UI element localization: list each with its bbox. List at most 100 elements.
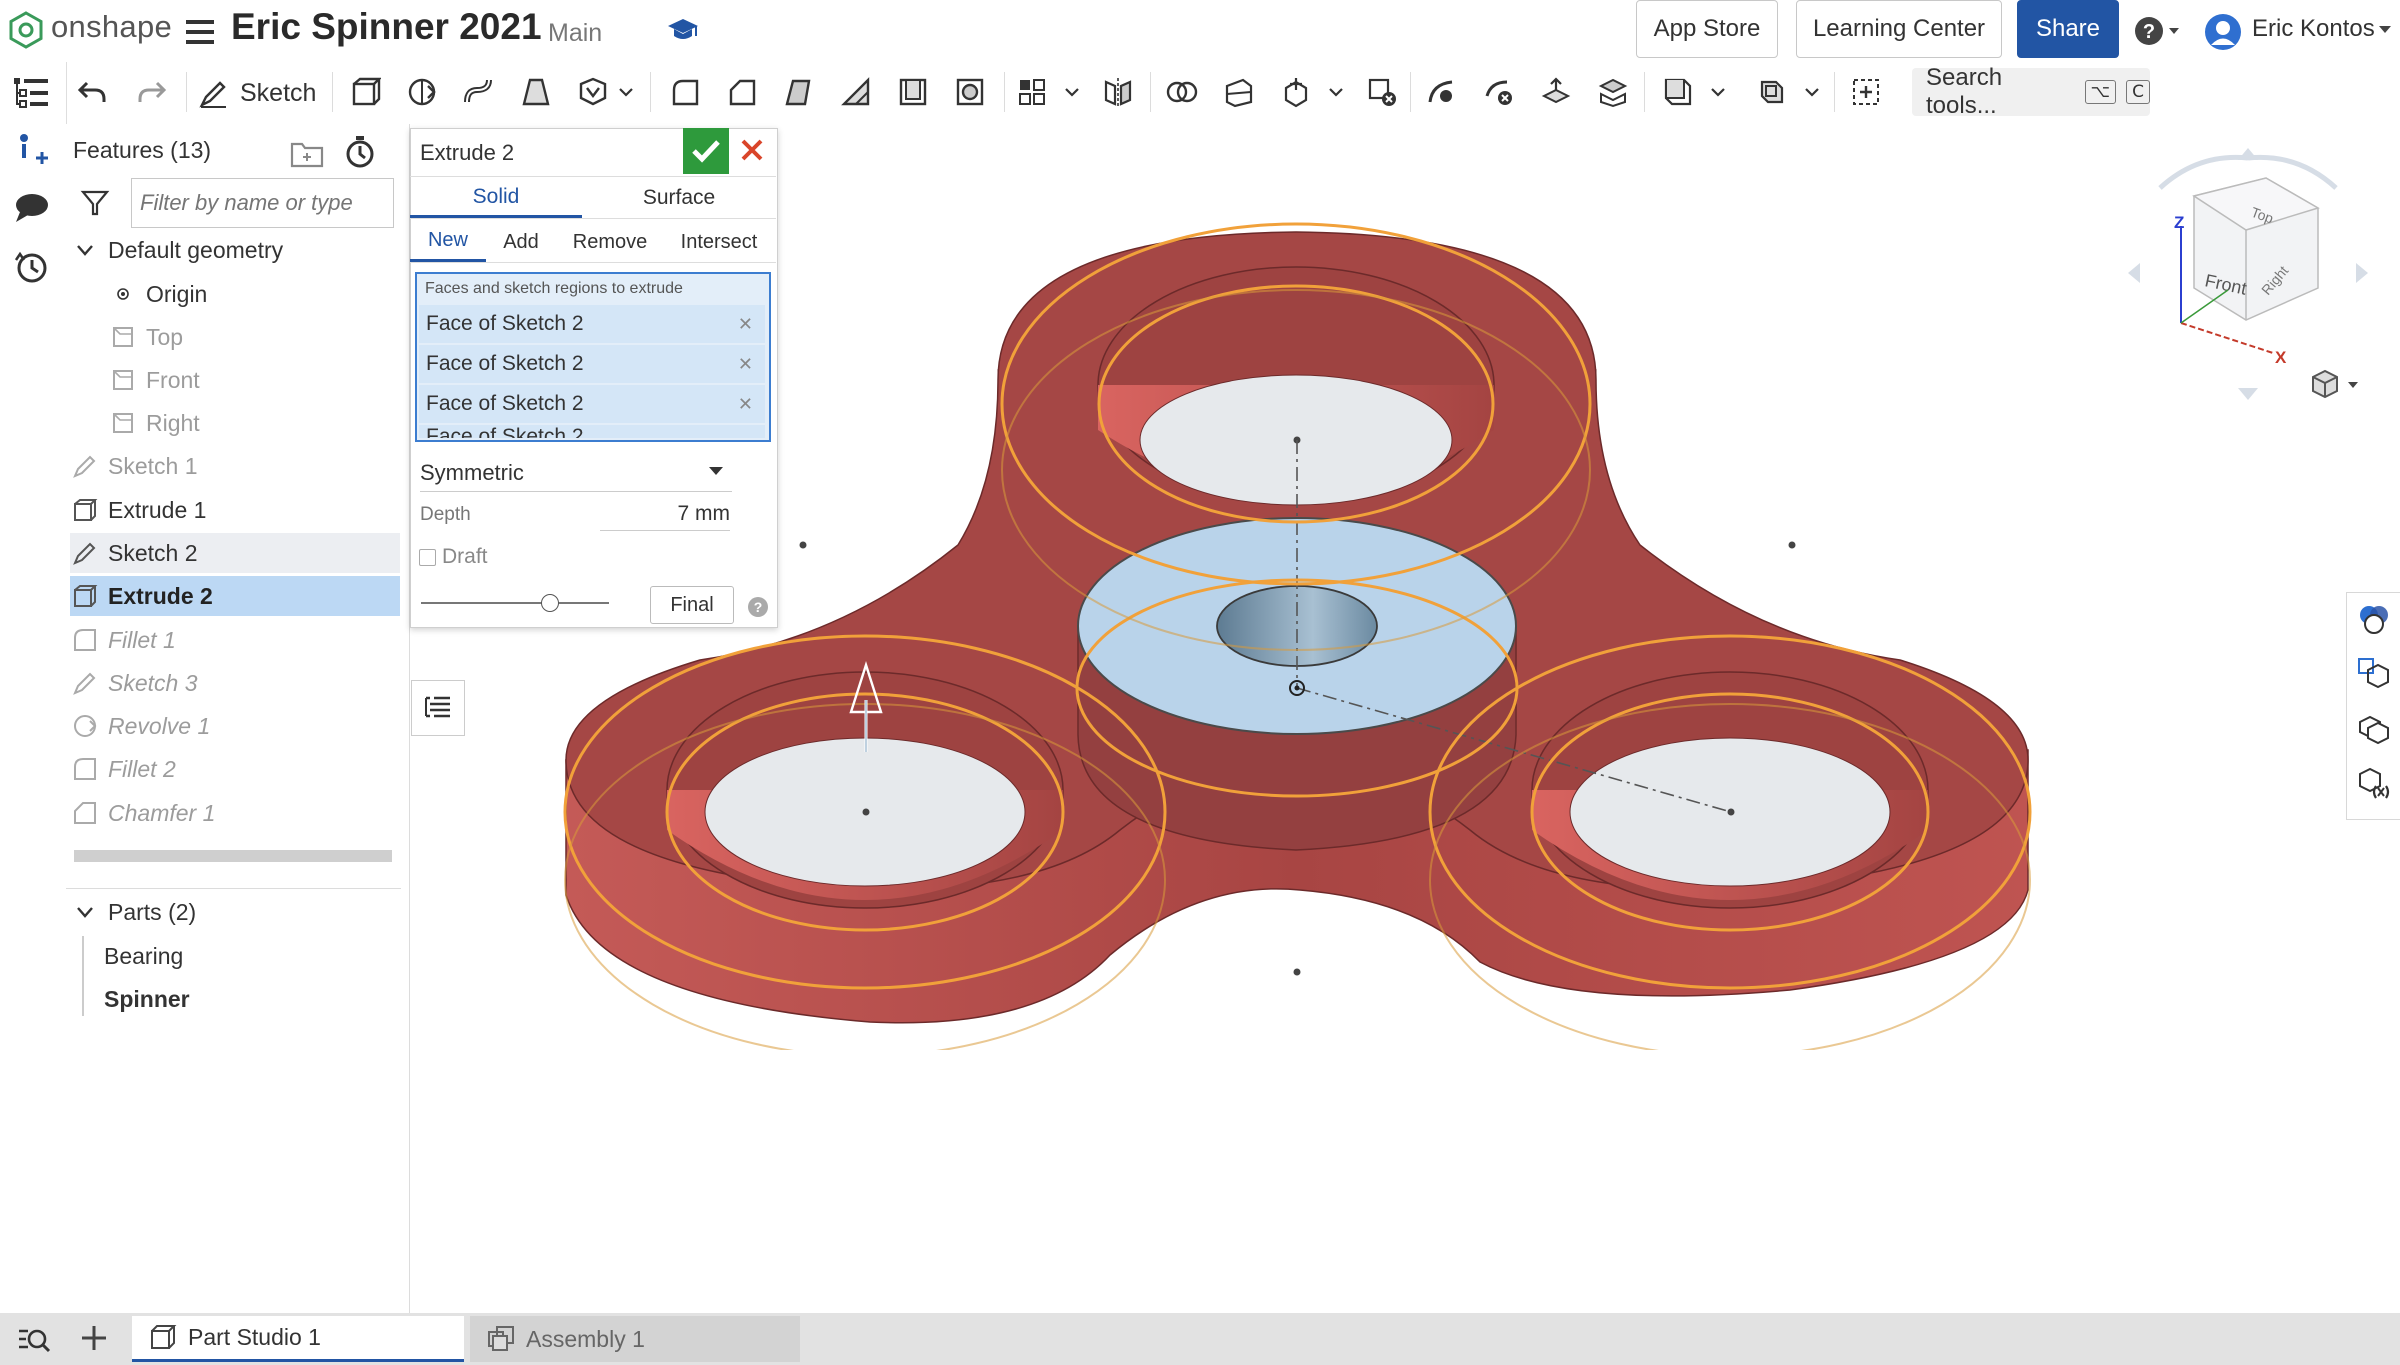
tree-item-label: Revolve 1 — [108, 712, 211, 739]
tree-item-top-plane[interactable]: Top — [108, 317, 400, 357]
tab-assembly[interactable]: Assembly 1 — [470, 1316, 800, 1362]
add-tab-icon[interactable] — [78, 1322, 110, 1354]
graduation-cap-icon[interactable] — [666, 16, 700, 44]
dialog-title: Extrude 2 — [420, 140, 515, 165]
thicken-tool-icon[interactable] — [573, 72, 613, 112]
chevron-down-icon[interactable] — [614, 72, 638, 112]
search-tools-button[interactable]: Search tools... ⌥ C — [1912, 64, 2150, 119]
tree-item-fillet-1[interactable]: Fillet 1 — [70, 620, 400, 660]
move-face-icon[interactable] — [1536, 72, 1576, 112]
tree-item-front-plane[interactable]: Front — [108, 360, 400, 400]
branch-name[interactable]: Main — [548, 19, 602, 48]
shell-tool-icon[interactable] — [893, 72, 933, 112]
tree-parts-header[interactable]: Parts (2) — [70, 892, 400, 932]
hole-tool-icon[interactable] — [950, 72, 990, 112]
hamburger-menu-icon[interactable] — [184, 18, 216, 46]
tree-item-sketch-2[interactable]: Sketch 2 — [70, 533, 400, 573]
revolve-tool-icon[interactable] — [402, 72, 442, 112]
tree-item-revolve-1[interactable]: Revolve 1 — [70, 706, 400, 746]
chevron-down-icon[interactable] — [1706, 72, 1730, 112]
app-store-button[interactable]: App Store — [1636, 0, 1778, 58]
user-avatar-icon[interactable] — [2203, 12, 2243, 52]
search-tabs-icon[interactable] — [16, 1325, 52, 1355]
tree-item-extrude-1[interactable]: Extrude 1 — [70, 490, 400, 530]
replace-face-icon[interactable] — [1593, 72, 1633, 112]
draft-checkbox[interactable] — [419, 549, 436, 566]
toolbar-divider — [1644, 72, 1645, 112]
feature-list-icon[interactable] — [12, 74, 52, 110]
part-label: Spinner — [104, 985, 190, 1012]
sketch-button-label: Sketch — [240, 78, 317, 107]
operation-add[interactable]: Add — [490, 222, 552, 262]
appearance-icon[interactable] — [2356, 602, 2392, 638]
chevron-down-icon[interactable] — [70, 235, 100, 265]
tree-item-extrude-2[interactable]: Extrude 2 — [70, 576, 400, 616]
add-variable-icon[interactable] — [12, 130, 52, 170]
share-button[interactable]: Share — [2017, 0, 2119, 58]
brand-name: onshape — [51, 9, 173, 44]
sketch-button[interactable]: Sketch — [198, 72, 316, 114]
draft-tool-icon[interactable] — [779, 72, 819, 112]
extrude-tool-icon[interactable] — [345, 72, 385, 112]
toolbar-divider — [1410, 72, 1411, 112]
tree-item-right-plane[interactable]: Right — [108, 403, 400, 443]
pattern-tool-icon[interactable] — [1012, 72, 1052, 112]
tree-item-origin[interactable]: Origin — [108, 274, 400, 314]
chevron-down-icon[interactable] — [70, 897, 100, 927]
chamfer-tool-icon[interactable] — [722, 72, 762, 112]
section-view-icon[interactable] — [2356, 656, 2392, 692]
operation-new[interactable]: New — [410, 222, 486, 262]
comment-icon[interactable] — [12, 190, 52, 226]
history-icon[interactable] — [12, 246, 52, 286]
shortcut-key: C — [2126, 80, 2150, 104]
split-tool-icon[interactable] — [1219, 72, 1259, 112]
chevron-down-icon[interactable] — [2378, 24, 2392, 34]
chevron-down-icon[interactable] — [1324, 72, 1348, 112]
chevron-down-icon[interactable] — [1060, 72, 1084, 112]
redo-icon[interactable] — [132, 72, 172, 112]
graphics-viewport[interactable] — [560, 130, 2060, 1050]
sweep-tool-icon[interactable] — [459, 72, 499, 112]
undo-icon[interactable] — [72, 72, 112, 112]
boolean-tool-icon[interactable] — [1162, 72, 1202, 112]
loft-tool-icon[interactable] — [516, 72, 556, 112]
measure-tool-icon[interactable] — [2356, 766, 2392, 802]
transform-tool-icon[interactable] — [1276, 72, 1316, 112]
tree-item-sketch-1[interactable]: Sketch 1 — [70, 446, 400, 486]
tree-item-sketch-3[interactable]: Sketch 3 — [70, 663, 400, 703]
learning-center-button[interactable]: Learning Center — [1796, 0, 2002, 58]
axis-z-label: Z — [2174, 213, 2184, 232]
chevron-down-icon[interactable] — [1800, 72, 1824, 112]
delete-part-icon[interactable] — [1362, 72, 1402, 112]
document-title[interactable]: Eric Spinner 2021 — [231, 6, 542, 48]
plane-tool-icon[interactable] — [1658, 72, 1698, 112]
spinner-model[interactable] — [560, 130, 2060, 1050]
rib-tool-icon[interactable] — [836, 72, 876, 112]
user-name[interactable]: Eric Kontos — [2252, 15, 2375, 43]
modify-fillet-icon[interactable] — [1422, 72, 1462, 112]
part-bearing[interactable]: Bearing — [104, 936, 400, 976]
tab-solid[interactable]: Solid — [410, 178, 582, 218]
fillet-tool-icon[interactable] — [665, 72, 705, 112]
rollback-bar[interactable] — [74, 850, 392, 862]
exploded-view-icon[interactable] — [2356, 712, 2392, 748]
feature-list-toggle-icon[interactable] — [411, 680, 465, 736]
add-custom-feature-icon[interactable] — [1846, 72, 1886, 112]
filter-icon[interactable] — [80, 188, 110, 218]
help-menu-icon[interactable]: ? — [2133, 14, 2183, 48]
feature-filter-input[interactable] — [131, 178, 394, 228]
mirror-tool-icon[interactable] — [1098, 72, 1138, 112]
view-options-icon[interactable] — [2308, 368, 2362, 400]
tree-default-geometry[interactable]: Default geometry — [70, 230, 400, 270]
tree-item-chamfer-1[interactable]: Chamfer 1 — [70, 793, 400, 833]
mate-connector-icon[interactable] — [1752, 72, 1792, 112]
delete-face-icon[interactable] — [1479, 72, 1519, 112]
rollback-slider-handle[interactable] — [541, 594, 559, 612]
onshape-logo-icon[interactable] — [6, 10, 46, 50]
toolbar-divider — [186, 72, 187, 112]
tree-item-fillet-2[interactable]: Fillet 2 — [70, 749, 400, 789]
tab-part-studio[interactable]: Part Studio 1 — [132, 1316, 464, 1362]
part-spinner[interactable]: Spinner — [104, 979, 400, 1019]
add-folder-icon[interactable] — [290, 138, 326, 168]
rollback-timer-icon[interactable] — [342, 134, 378, 170]
